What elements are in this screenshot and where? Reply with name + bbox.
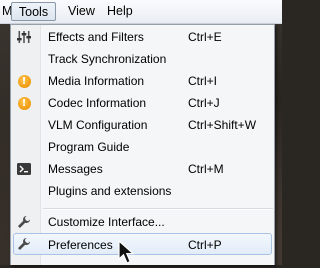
menu-tools[interactable]: Tools bbox=[11, 2, 56, 21]
menu-item-vlm-configuration[interactable]: VLM Configuration Ctrl+Shift+W bbox=[13, 114, 272, 136]
menu-item-shortcut: Ctrl+J bbox=[188, 96, 220, 110]
mouse-cursor-icon bbox=[118, 239, 140, 265]
wrench-icon bbox=[17, 215, 31, 229]
menu-item-track-synchronization[interactable]: Track Synchronization bbox=[13, 48, 272, 70]
menu-item-plugins-and-extensions[interactable]: Plugins and extensions bbox=[13, 180, 272, 202]
menu-item-label: Track Synchronization bbox=[48, 52, 167, 66]
menu-help[interactable]: Help bbox=[101, 2, 139, 21]
menu-item-label: Customize Interface... bbox=[48, 215, 165, 229]
menu-item-label: Media Information bbox=[48, 74, 145, 88]
menu-item-label: Preferences bbox=[48, 238, 113, 252]
menu-item-preferences[interactable]: Preferences Ctrl+P bbox=[13, 233, 272, 255]
menu-item-shortcut: Ctrl+E bbox=[188, 30, 222, 44]
equalizer-sliders-icon bbox=[17, 30, 31, 44]
wrench-icon bbox=[17, 237, 31, 251]
menu-item-shortcut: Ctrl+M bbox=[188, 162, 224, 176]
menu-item-label: Plugins and extensions bbox=[48, 184, 172, 198]
menu-item-shortcut: Ctrl+Shift+W bbox=[188, 118, 257, 132]
menu-item-messages[interactable]: Messages Ctrl+M bbox=[13, 158, 272, 180]
menu-item-program-guide[interactable]: Program Guide bbox=[13, 136, 272, 158]
terminal-icon bbox=[17, 162, 31, 176]
menu-view[interactable]: View bbox=[62, 2, 101, 21]
menu-item-media-information[interactable]: ! Media Information Ctrl+I bbox=[13, 70, 272, 92]
menu-item-label: VLM Configuration bbox=[48, 118, 148, 132]
menu-item-shortcut: Ctrl+P bbox=[188, 238, 222, 252]
menu-item-label: Messages bbox=[48, 162, 103, 176]
menu-separator bbox=[43, 208, 273, 210]
tools-dropdown-menu: Effects and Filters Ctrl+E Track Synchro… bbox=[10, 24, 275, 265]
menu-item-label: Codec Information bbox=[48, 96, 147, 110]
menu-bar: M Tools View Help bbox=[0, 0, 282, 24]
menu-item-effects-and-filters[interactable]: Effects and Filters Ctrl+E bbox=[13, 26, 272, 48]
menu-item-shortcut: Ctrl+I bbox=[188, 74, 218, 88]
info-icon: ! bbox=[17, 74, 31, 88]
menu-item-customize-interface[interactable]: Customize Interface... bbox=[13, 211, 272, 233]
menu-item-codec-information[interactable]: ! Codec Information Ctrl+J bbox=[13, 92, 272, 114]
menu-item-label: Effects and Filters bbox=[48, 30, 144, 44]
menu-item-label: Program Guide bbox=[48, 140, 130, 154]
info-icon: ! bbox=[17, 96, 31, 110]
